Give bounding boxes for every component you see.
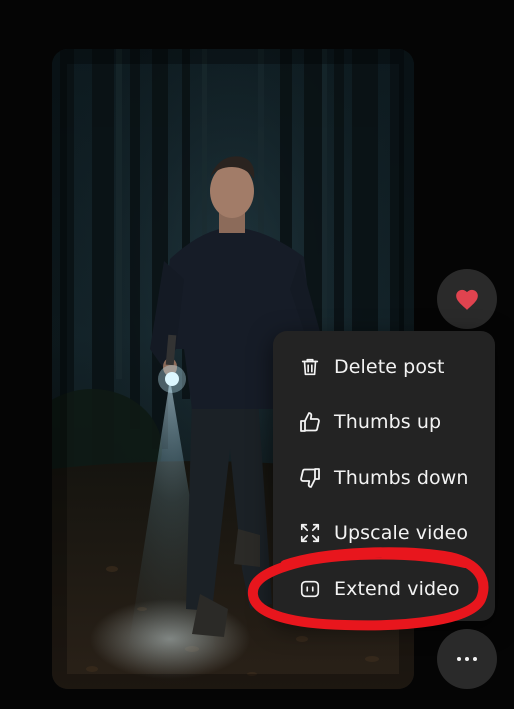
menu-item-label: Thumbs down — [334, 466, 469, 489]
thumbs-up-menu-item[interactable]: Thumbs up — [273, 395, 495, 451]
post-options-menu: Delete post Thumbs up Thumbs down Upscal… — [273, 331, 495, 621]
heart-icon — [456, 289, 478, 310]
thumbs-down-icon — [297, 465, 323, 491]
menu-item-label: Delete post — [334, 355, 445, 378]
expand-icon — [297, 520, 323, 546]
app-stage: Delete post Thumbs up Thumbs down Upscal… — [0, 0, 514, 709]
more-horizontal-icon — [457, 657, 477, 661]
thumbs-up-icon — [297, 409, 323, 435]
menu-item-label: Upscale video — [334, 522, 469, 545]
menu-item-label: Thumbs up — [334, 411, 442, 434]
menu-item-label: Extend video — [334, 577, 460, 600]
trash-icon — [297, 354, 323, 380]
more-options-button[interactable] — [437, 629, 497, 689]
extend-video-menu-item[interactable]: Extend video — [273, 561, 495, 617]
extend-icon — [297, 576, 323, 602]
delete-post-menu-item[interactable]: Delete post — [273, 339, 495, 395]
thumbs-down-menu-item[interactable]: Thumbs down — [273, 450, 495, 506]
like-button[interactable] — [437, 269, 497, 329]
upscale-video-menu-item[interactable]: Upscale video — [273, 506, 495, 562]
